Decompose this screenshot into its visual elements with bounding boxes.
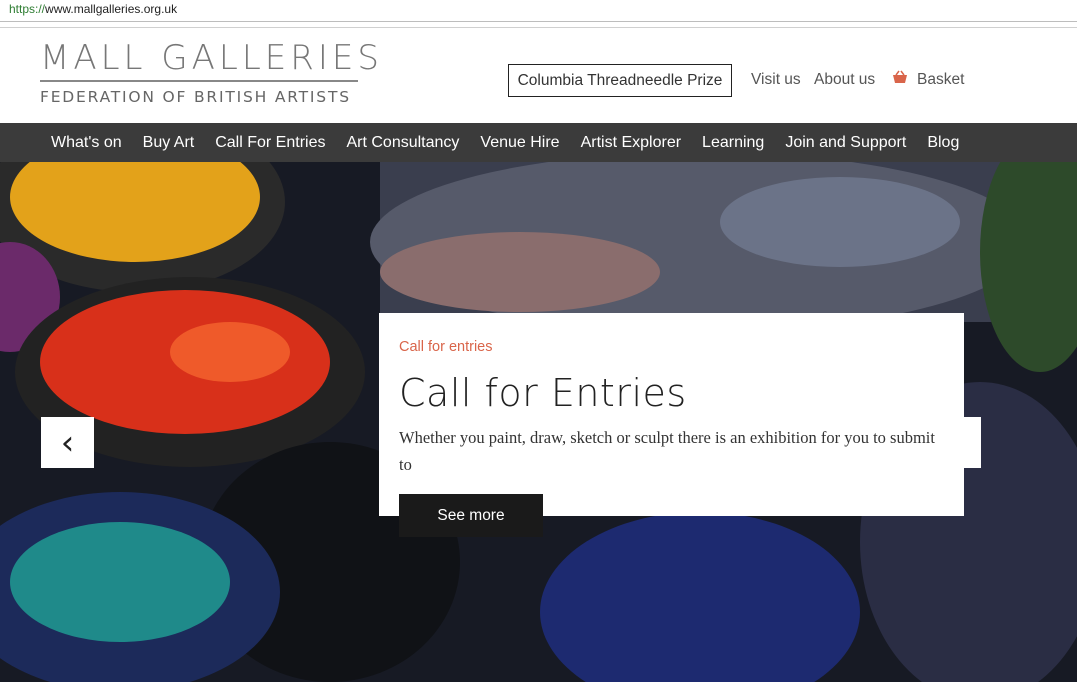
about-us-link[interactable]: About us xyxy=(814,71,875,89)
hero-kicker[interactable]: Call for entries xyxy=(399,339,492,355)
url-host: www.mallgalleries.org.uk xyxy=(45,2,178,16)
logo-title: MALL GALLERIES xyxy=(40,38,383,78)
carousel-prev-button[interactable]: ‹ xyxy=(41,417,94,468)
nav-artist-explorer[interactable]: Artist Explorer xyxy=(581,134,681,152)
nav-buy-art[interactable]: Buy Art xyxy=(143,134,195,152)
nav-art-consultancy[interactable]: Art Consultancy xyxy=(346,134,459,152)
url-protocol: https:// xyxy=(9,2,46,16)
columbia-prize-button[interactable]: Columbia Threadneedle Prize xyxy=(508,64,732,97)
hero-description: Whether you paint, draw, sketch or sculp… xyxy=(399,428,935,474)
nav-whats-on[interactable]: What's on xyxy=(51,134,122,152)
nav-join-and-support[interactable]: Join and Support xyxy=(785,134,906,152)
basket-link[interactable]: Basket xyxy=(917,71,964,89)
nav-learning[interactable]: Learning xyxy=(702,134,764,152)
hero-card: Call for entries Call for Entries Whethe… xyxy=(379,313,964,516)
site-logo[interactable]: MALL GALLERIES FEDERATION OF BRITISH ART… xyxy=(40,38,383,106)
nav-blog[interactable]: Blog xyxy=(927,134,959,152)
hero-carousel: ‹ › Call for entries Call for Entries Wh… xyxy=(0,162,1077,682)
basket-icon[interactable] xyxy=(892,70,908,84)
site-header: MALL GALLERIES FEDERATION OF BRITISH ART… xyxy=(0,28,1077,123)
hero-title: Call for Entries xyxy=(399,371,687,415)
chevron-left-icon: ‹ xyxy=(60,422,75,463)
main-nav: What's on Buy Art Call For Entries Art C… xyxy=(0,123,1077,162)
see-more-button[interactable]: See more xyxy=(399,494,543,537)
logo-subtitle: FEDERATION OF BRITISH ARTISTS xyxy=(40,88,351,106)
url-text[interactable]: https://www.mallgalleries.org.uk xyxy=(9,2,177,16)
visit-us-link[interactable]: Visit us xyxy=(751,71,801,89)
nav-venue-hire[interactable]: Venue Hire xyxy=(480,134,559,152)
nav-call-for-entries[interactable]: Call For Entries xyxy=(215,134,325,152)
browser-address-bar[interactable]: https://www.mallgalleries.org.uk xyxy=(0,0,1077,22)
logo-divider xyxy=(40,80,358,82)
